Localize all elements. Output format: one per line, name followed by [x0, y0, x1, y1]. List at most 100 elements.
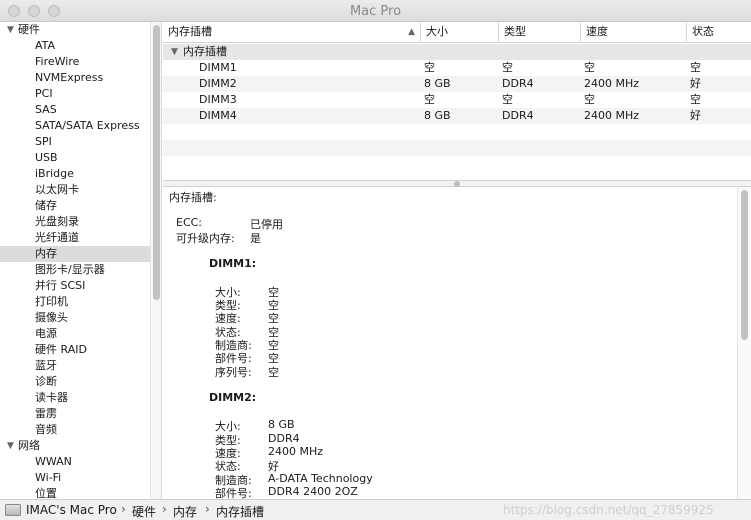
dimm2-title: DIMM2:	[209, 391, 257, 404]
table-empty-row	[163, 140, 751, 156]
sidebar-scrollbar[interactable]	[150, 22, 162, 499]
sidebar-group-hardware[interactable]: ▼ 硬件	[0, 22, 150, 38]
sidebar-item-power[interactable]: 电源	[0, 326, 150, 342]
column-header-type[interactable]: 类型	[499, 22, 581, 43]
sidebar-item-memory[interactable]: 内存	[0, 246, 150, 262]
cell-slot: DIMM1	[199, 61, 237, 74]
field-value: DDR4	[268, 432, 300, 445]
table-row[interactable]: DIMM2 8 GB DDR4 2400 MHz 好	[163, 76, 751, 92]
detail-scrollbar[interactable]	[737, 187, 751, 499]
detail-scroll-thumb[interactable]	[741, 190, 748, 340]
cell-status: 好	[690, 109, 701, 122]
table-header: 内存插槽 ▲ 大小 类型 速度 状态	[163, 22, 751, 43]
watermark-text: https://blog.csdn.net/qq_27859925	[503, 503, 714, 517]
sidebar-item-audio[interactable]: 音频	[0, 422, 150, 438]
sidebar-group-network[interactable]: ▼ 网络	[0, 438, 150, 454]
cell-speed: 2400 MHz	[584, 77, 640, 90]
sidebar-item-graphics[interactable]: 图形卡/显示器	[0, 262, 150, 278]
computer-icon	[5, 504, 21, 516]
dimm1-title: DIMM1:	[209, 257, 257, 270]
table-row[interactable]: DIMM1 空 空 空 空	[163, 60, 751, 76]
sidebar-item-sata[interactable]: SATA/SATA Express	[0, 118, 150, 134]
group-row-label: 内存插槽	[183, 45, 227, 58]
sidebar-item-disc-burning[interactable]: 光盘刻录	[0, 214, 150, 230]
cell-size: 空	[424, 93, 435, 106]
field-value: 8 GB	[268, 418, 295, 431]
sidebar-item-nvmexpress[interactable]: NVMExpress	[0, 70, 150, 86]
cell-size: 8 GB	[424, 109, 451, 122]
breadcrumb-memory-slots[interactable]: 内存插槽	[216, 503, 264, 520]
breadcrumb-computer[interactable]: IMAC's Mac Pro	[26, 503, 117, 517]
cell-size: 空	[424, 61, 435, 74]
column-header-status[interactable]: 状态	[687, 22, 751, 43]
cell-size: 8 GB	[424, 77, 451, 90]
breadcrumb-hardware[interactable]: 硬件	[132, 503, 156, 520]
sidebar-item-ata[interactable]: ATA	[0, 38, 150, 54]
sidebar-item-locations[interactable]: 位置	[0, 486, 150, 499]
field-label: 序列号:	[215, 366, 252, 379]
cell-type: 空	[502, 93, 513, 106]
sidebar-item-sas[interactable]: SAS	[0, 102, 150, 118]
breadcrumb-separator-icon: ›	[121, 502, 126, 516]
sidebar-item-storage[interactable]: 储存	[0, 198, 150, 214]
breadcrumb-separator-icon: ›	[162, 502, 167, 516]
cell-status: 空	[690, 61, 701, 74]
cell-type: 空	[502, 61, 513, 74]
column-header-label: 内存插槽	[168, 25, 212, 38]
breadcrumb-memory[interactable]: 内存	[173, 503, 197, 520]
pane-splitter[interactable]	[163, 180, 751, 187]
table-empty-row	[163, 124, 751, 140]
cell-type: DDR4	[502, 77, 534, 90]
sort-ascending-icon: ▲	[408, 27, 415, 37]
sidebar-item-camera[interactable]: 摄像头	[0, 310, 150, 326]
breadcrumb-separator-icon: ›	[205, 502, 210, 516]
table-row[interactable]: DIMM4 8 GB DDR4 2400 MHz 好	[163, 108, 751, 124]
cell-speed: 2400 MHz	[584, 109, 640, 122]
sidebar-item-printers[interactable]: 打印机	[0, 294, 150, 310]
disclosure-triangle-icon[interactable]: ▼	[7, 22, 14, 38]
cell-slot: DIMM2	[199, 77, 237, 90]
sidebar-item-firewire[interactable]: FireWire	[0, 54, 150, 70]
sidebar-item-parallel-scsi[interactable]: 并行 SCSI	[0, 278, 150, 294]
cell-slot: DIMM4	[199, 109, 237, 122]
sidebar-item-fibre-channel[interactable]: 光纤通道	[0, 230, 150, 246]
sidebar-item-usb[interactable]: USB	[0, 150, 150, 166]
sidebar-group-label: 网络	[18, 439, 40, 452]
column-header-size[interactable]: 大小	[421, 22, 499, 43]
sidebar-item-pci[interactable]: PCI	[0, 86, 150, 102]
sidebar-item-wifi[interactable]: Wi-Fi	[0, 470, 150, 486]
sidebar-item-ethernet[interactable]: 以太网卡	[0, 182, 150, 198]
sidebar-scroll-thumb[interactable]	[153, 25, 160, 300]
table-empty-row	[163, 156, 751, 172]
sidebar-item-bluetooth[interactable]: 蓝牙	[0, 358, 150, 374]
sidebar-item-wwan[interactable]: WWAN	[0, 454, 150, 470]
table-group-row[interactable]: ▼ 内存插槽	[163, 44, 751, 60]
sidebar-item-card-reader[interactable]: 读卡器	[0, 390, 150, 406]
sidebar-item-diagnostics[interactable]: 诊断	[0, 374, 150, 390]
title-bar: Mac Pro	[0, 0, 751, 22]
sidebar-item-spi[interactable]: SPI	[0, 134, 150, 150]
column-header-slot[interactable]: 内存插槽 ▲	[163, 22, 421, 43]
sidebar: ▼ 硬件 ATA FireWire NVMExpress PCI SAS SAT…	[0, 22, 150, 499]
table-row[interactable]: DIMM3 空 空 空 空	[163, 92, 751, 108]
upgradable-label: 可升级内存:	[176, 232, 235, 245]
sidebar-item-hardware-raid[interactable]: 硬件 RAID	[0, 342, 150, 358]
sidebar-group-label: 硬件	[18, 23, 40, 36]
path-bar: IMAC's Mac Pro › 硬件 › 内存 › 内存插槽 https://…	[0, 499, 751, 520]
column-header-speed[interactable]: 速度	[581, 22, 687, 43]
cell-status: 好	[690, 77, 701, 90]
field-value: DDR4 2400 2OZ	[268, 485, 358, 498]
cell-type: DDR4	[502, 109, 534, 122]
cell-speed: 空	[584, 61, 595, 74]
sidebar-item-ibridge[interactable]: iBridge	[0, 166, 150, 182]
cell-speed: 空	[584, 93, 595, 106]
memory-slot-table: 内存插槽 ▲ 大小 类型 速度 状态 ▼ 内存插槽 DIMM1 空 空 空 空 …	[163, 22, 751, 180]
upgradable-value: 是	[250, 232, 261, 245]
detail-pane: 内存插槽: ECC: 已停用 可升级内存: 是 DIMM1: 大小: 空 类型:…	[163, 187, 751, 499]
sidebar-item-thunderbolt[interactable]: 雷雳	[0, 406, 150, 422]
cell-status: 空	[690, 93, 701, 106]
disclosure-triangle-icon[interactable]: ▼	[171, 44, 178, 60]
ecc-label: ECC:	[176, 216, 203, 229]
disclosure-triangle-icon[interactable]: ▼	[7, 438, 14, 454]
field-value: 2400 MHz	[268, 445, 324, 458]
